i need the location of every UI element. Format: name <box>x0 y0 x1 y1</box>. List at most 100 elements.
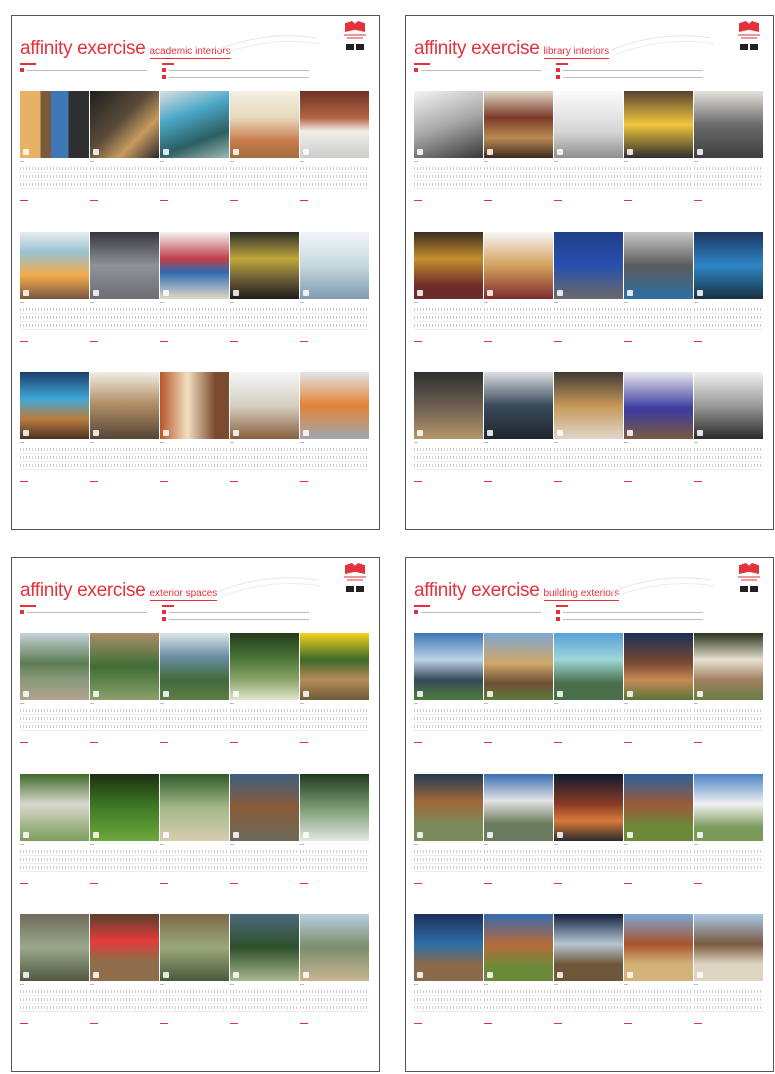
rating-grid[interactable] <box>484 161 553 201</box>
rating-scale-row[interactable] <box>230 316 299 319</box>
rating-scale-row[interactable] <box>484 464 553 467</box>
photo-tile[interactable] <box>484 232 553 299</box>
rating-scale-row[interactable] <box>90 1006 159 1009</box>
rating-scale-row[interactable] <box>20 998 89 1001</box>
rating-scale-row[interactable] <box>484 316 553 319</box>
rating-scale-row[interactable] <box>160 725 229 728</box>
rating-scale-row[interactable] <box>20 990 89 993</box>
rating-scale-row[interactable] <box>90 866 159 869</box>
rating-scale-row[interactable] <box>90 717 159 720</box>
rating-scale-row[interactable] <box>414 456 483 459</box>
rating-scale-row[interactable] <box>484 167 553 170</box>
photo-tile[interactable] <box>414 372 483 439</box>
photo-tile[interactable] <box>230 633 299 700</box>
photo-tile[interactable] <box>300 633 369 700</box>
rating-scale-row[interactable] <box>484 866 553 869</box>
rating-scale-row[interactable] <box>300 850 369 853</box>
photo-tile[interactable] <box>300 232 369 299</box>
rating-grid[interactable] <box>694 442 763 482</box>
rating-scale-row[interactable] <box>230 308 299 311</box>
photo-tile[interactable] <box>414 914 483 981</box>
rating-scale-row[interactable] <box>90 456 159 459</box>
rating-grid[interactable] <box>624 703 693 743</box>
photo-tile[interactable] <box>694 232 763 299</box>
rating-grid[interactable] <box>90 703 159 743</box>
rating-scale-row[interactable] <box>230 998 299 1001</box>
rating-scale-row[interactable] <box>624 866 693 869</box>
photo-tile[interactable] <box>554 914 623 981</box>
rating-scale-row[interactable] <box>694 725 763 728</box>
rating-grid[interactable] <box>20 984 89 1024</box>
rating-scale-row[interactable] <box>230 725 299 728</box>
rating-scale-row[interactable] <box>20 866 89 869</box>
photo-tile[interactable] <box>160 372 229 439</box>
rating-scale-row[interactable] <box>160 316 229 319</box>
photo-tile[interactable] <box>90 91 159 158</box>
rating-scale-row[interactable] <box>694 175 763 178</box>
rating-scale-row[interactable] <box>414 183 483 186</box>
rating-scale-row[interactable] <box>230 464 299 467</box>
rating-grid[interactable] <box>90 442 159 482</box>
rating-scale-row[interactable] <box>160 866 229 869</box>
rating-scale-row[interactable] <box>90 858 159 861</box>
rating-scale-row[interactable] <box>414 316 483 319</box>
rating-scale-row[interactable] <box>484 448 553 451</box>
rating-grid[interactable] <box>624 442 693 482</box>
rating-grid[interactable] <box>624 844 693 884</box>
rating-grid[interactable] <box>484 703 553 743</box>
rating-scale-row[interactable] <box>554 308 623 311</box>
rating-scale-row[interactable] <box>20 324 89 327</box>
photo-tile[interactable] <box>300 91 369 158</box>
rating-scale-row[interactable] <box>20 858 89 861</box>
rating-scale-row[interactable] <box>20 1006 89 1009</box>
rating-scale-row[interactable] <box>160 709 229 712</box>
rating-scale-row[interactable] <box>20 709 89 712</box>
rating-scale-row[interactable] <box>484 717 553 720</box>
rating-grid[interactable] <box>230 703 299 743</box>
rating-scale-row[interactable] <box>694 858 763 861</box>
rating-scale-row[interactable] <box>230 717 299 720</box>
rating-grid[interactable] <box>90 844 159 884</box>
photo-tile[interactable] <box>694 914 763 981</box>
rating-scale-row[interactable] <box>20 850 89 853</box>
rating-scale-row[interactable] <box>624 1006 693 1009</box>
rating-scale-row[interactable] <box>624 456 693 459</box>
rating-scale-row[interactable] <box>694 998 763 1001</box>
photo-tile[interactable] <box>160 232 229 299</box>
rating-scale-row[interactable] <box>230 850 299 853</box>
photo-tile[interactable] <box>300 372 369 439</box>
rating-scale-row[interactable] <box>300 316 369 319</box>
photo-tile[interactable] <box>300 774 369 841</box>
rating-scale-row[interactable] <box>624 858 693 861</box>
rating-grid[interactable] <box>554 161 623 201</box>
rating-scale-row[interactable] <box>414 175 483 178</box>
rating-scale-row[interactable] <box>694 316 763 319</box>
rating-scale-row[interactable] <box>554 717 623 720</box>
rating-scale-row[interactable] <box>230 990 299 993</box>
rating-grid[interactable] <box>484 302 553 342</box>
rating-scale-row[interactable] <box>414 1006 483 1009</box>
rating-grid[interactable] <box>90 302 159 342</box>
rating-scale-row[interactable] <box>300 717 369 720</box>
rating-scale-row[interactable] <box>90 464 159 467</box>
rating-grid[interactable] <box>20 703 89 743</box>
photo-tile[interactable] <box>694 372 763 439</box>
rating-scale-row[interactable] <box>554 464 623 467</box>
rating-scale-row[interactable] <box>230 866 299 869</box>
rating-scale-row[interactable] <box>694 1006 763 1009</box>
rating-scale-row[interactable] <box>300 456 369 459</box>
rating-scale-row[interactable] <box>300 998 369 1001</box>
rating-scale-row[interactable] <box>160 324 229 327</box>
photo-tile[interactable] <box>624 232 693 299</box>
rating-scale-row[interactable] <box>230 858 299 861</box>
rating-scale-row[interactable] <box>20 316 89 319</box>
rating-scale-row[interactable] <box>624 167 693 170</box>
rating-grid[interactable] <box>694 703 763 743</box>
rating-scale-row[interactable] <box>20 717 89 720</box>
rating-scale-row[interactable] <box>160 448 229 451</box>
rating-grid[interactable] <box>554 703 623 743</box>
photo-tile[interactable] <box>624 91 693 158</box>
rating-scale-row[interactable] <box>230 167 299 170</box>
rating-scale-row[interactable] <box>484 858 553 861</box>
rating-scale-row[interactable] <box>484 990 553 993</box>
